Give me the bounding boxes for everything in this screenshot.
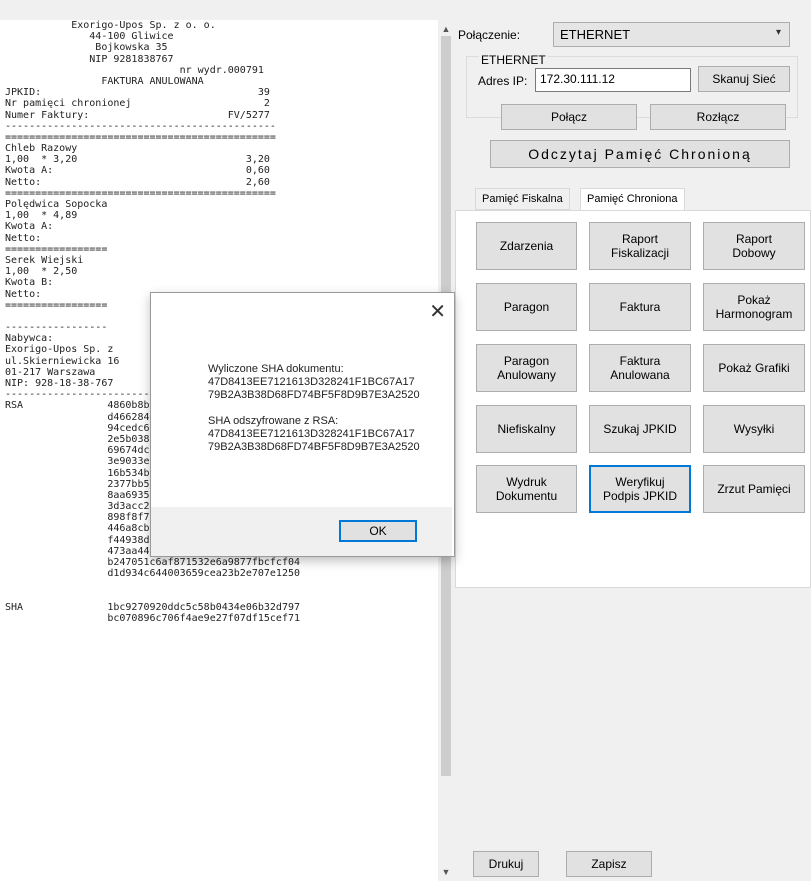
receipt-line xyxy=(5,591,433,602)
decrypted-sha-line2: 79B2A3B38D68FD74BF5F8D9B7E3A2520 xyxy=(208,441,420,453)
verify-jpkid-signature-button[interactable]: Weryfikuj Podpis JPKID xyxy=(589,465,691,513)
receipt-line: ========================================… xyxy=(5,187,276,199)
receipt-line: 1,00 * 3,20 3,20 xyxy=(5,154,270,166)
receipt-line: FAKTURA ANULOWANA xyxy=(5,75,204,87)
receipt-line: Kwota B: xyxy=(5,277,54,289)
computed-sha-line1: 47D8413EE7121613D328241F1BC67A17 xyxy=(208,376,415,388)
computed-sha-line2: 79B2A3B38D68FD74BF5F8D9B7E3A2520 xyxy=(208,389,420,401)
receipt-line: Serek Wiejski xyxy=(5,254,84,266)
print-button[interactable]: Drukuj xyxy=(473,851,539,877)
receipt-line: d1d934c644003659cea23b2e707e1250 xyxy=(5,568,301,580)
connect-button[interactable]: Połącz xyxy=(501,104,637,130)
scan-network-button[interactable]: Skanuj Sieć xyxy=(698,66,790,92)
close-icon[interactable]: ✕ xyxy=(429,299,446,324)
ok-button[interactable]: OK xyxy=(339,520,417,542)
receipt-line: SHA 1bc9270920ddc5c58b0434e06b32d797 xyxy=(5,601,301,613)
receipt-line: 1,00 * 2,50 xyxy=(5,266,78,278)
receipt-line: ----------------------------------------… xyxy=(5,120,276,132)
connection-select-value: ETHERNET xyxy=(560,27,631,42)
ip-label: Adres IP: xyxy=(478,74,528,88)
scroll-up-icon[interactable]: ▲ xyxy=(441,22,451,36)
memory-dump-button[interactable]: Zrzut Pamięci xyxy=(703,465,805,513)
ip-input[interactable]: 172.30.111.12 xyxy=(535,68,691,92)
receipt-line: bc070896c706f4ae9e27f07df15cef71 xyxy=(5,612,301,624)
receipt-line: Netto: xyxy=(5,232,42,244)
receipt-line: Chleb Razowy xyxy=(5,143,78,155)
receipt-line: Bojkowska 35 xyxy=(5,42,168,54)
non-fiscal-button[interactable]: Niefiskalny xyxy=(476,405,577,453)
receipt-line: Nr pamięci chronionej 2 xyxy=(5,98,270,110)
show-schedule-button[interactable]: Pokaż Harmonogram xyxy=(703,283,805,331)
receipt-line: 1,00 * 4,89 xyxy=(5,210,78,222)
receipt-line: 44-100 Gliwice xyxy=(5,31,174,43)
sha-verification-dialog: ✕ Wyliczone SHA dokumentu: 47D8413EE7121… xyxy=(150,292,455,557)
show-graphics-button[interactable]: Pokaż Grafiki xyxy=(703,344,805,392)
save-button[interactable]: Zapisz xyxy=(566,851,652,877)
receipt-line: Polędwica Sopocka xyxy=(5,199,108,210)
tab-fiscal-memory[interactable]: Pamięć Fiskalna xyxy=(475,188,570,210)
cancelled-invoice-button[interactable]: Faktura Anulowana xyxy=(589,344,691,392)
scroll-down-icon[interactable]: ▼ xyxy=(441,865,451,879)
connection-select[interactable]: ETHERNET ▾ xyxy=(553,22,790,47)
daily-report-button[interactable]: Raport Dobowy xyxy=(703,222,805,270)
chevron-down-icon: ▾ xyxy=(775,27,781,38)
receipt-line xyxy=(5,579,433,590)
dialog-message: Wyliczone SHA dokumentu: 47D8413EE712161… xyxy=(208,363,448,454)
connection-label: Połączenie: xyxy=(458,28,521,42)
shipments-button[interactable]: Wysyłki xyxy=(703,405,805,453)
fiscalization-report-button[interactable]: Raport Fiskalizacji xyxy=(589,222,691,270)
events-button[interactable]: Zdarzenia xyxy=(476,222,577,270)
receipt-line: Exorigo-Upos Sp. z o. o. xyxy=(5,20,216,31)
read-protected-memory-button[interactable]: Odczytaj Pamięć Chronioną xyxy=(490,140,790,168)
dialog-footer: OK xyxy=(151,507,452,556)
receipt-line: Kwota A: 0,60 xyxy=(5,165,270,177)
computed-sha-label: Wyliczone SHA dokumentu: xyxy=(208,363,344,375)
decrypted-sha-line1: 47D8413EE7121613D328241F1BC67A17 xyxy=(208,428,415,440)
receipt-line: Numer Faktury: FV/5277 xyxy=(5,109,270,121)
ethernet-group-title: ETHERNET xyxy=(479,53,548,67)
receipt-line: JPKID: 39 xyxy=(5,87,270,99)
disconnect-button[interactable]: Rozłącz xyxy=(650,104,786,130)
cancelled-receipt-button[interactable]: Paragon Anulowany xyxy=(476,344,577,392)
print-document-button[interactable]: Wydruk Dokumentu xyxy=(476,465,577,513)
receipt-button[interactable]: Paragon xyxy=(476,283,577,331)
tab-protected-memory[interactable]: Pamięć Chroniona xyxy=(580,188,685,212)
receipt-line: ================= xyxy=(5,243,108,255)
receipt-line: ========================================… xyxy=(5,131,276,143)
receipt-line: Kwota A: xyxy=(5,221,54,233)
search-jpkid-button[interactable]: Szukaj JPKID xyxy=(589,405,691,453)
receipt-line: nr wydr.000791 xyxy=(5,64,264,76)
receipt-line: NIP 9281838767 xyxy=(5,53,174,65)
invoice-button[interactable]: Faktura xyxy=(589,283,691,331)
receipt-line: Netto: 2,60 xyxy=(5,176,270,188)
decrypted-sha-label: SHA odszyfrowane z RSA: xyxy=(208,415,339,427)
receipt-line: b247051c6af871532e6a9877fbcfcf04 xyxy=(5,557,301,568)
